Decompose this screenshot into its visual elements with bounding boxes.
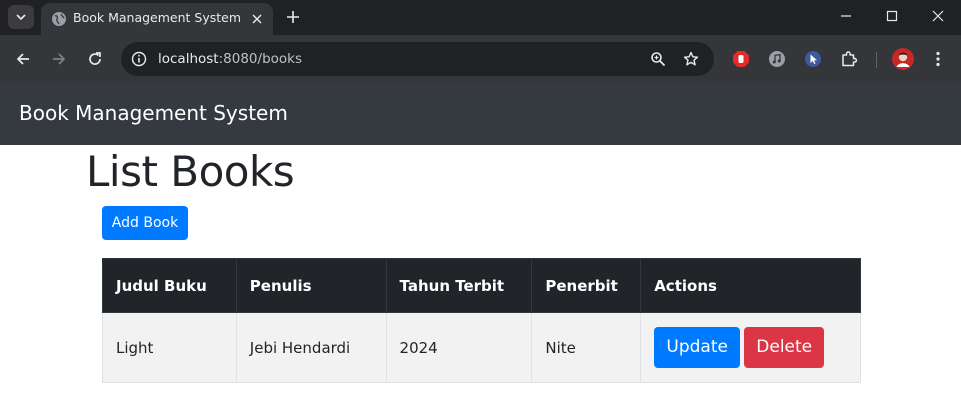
bookmark-button[interactable] [682, 50, 700, 68]
url-host: localhost [158, 51, 219, 67]
reload-icon [89, 52, 101, 65]
forward-button[interactable] [47, 47, 71, 71]
column-header-actions: Actions [640, 258, 861, 313]
zoom-button[interactable] [649, 50, 667, 68]
toolbar-divider [876, 52, 877, 68]
app-navbar: Book Management System [0, 83, 961, 145]
zoom-icon [651, 52, 666, 67]
column-header-penulis: Penulis [235, 258, 387, 313]
address-bar[interactable]: localhost:8080/books [121, 42, 714, 76]
tab-search-button[interactable] [8, 5, 34, 29]
books-table: Judul Buku Penulis Tahun Terbit Penerbit… [102, 258, 861, 383]
cell-judul-buku: Light [102, 312, 237, 383]
minimize-icon [841, 15, 851, 17]
browser-menu-button[interactable] [929, 50, 947, 68]
column-header-tahun-terbit: Tahun Terbit [385, 258, 533, 313]
cell-penerbit: Nite [531, 312, 642, 383]
column-header-penerbit: Penerbit [531, 258, 642, 313]
plus-icon [287, 11, 299, 23]
chevron-down-icon [16, 14, 26, 21]
cell-penulis: Jebi Hendardi [235, 312, 387, 383]
site-info-button[interactable] [127, 47, 151, 71]
extensions-menu-button[interactable] [840, 50, 858, 68]
cursor-icon [805, 51, 821, 67]
back-button[interactable] [11, 47, 35, 71]
url-text: localhost:8080/books [158, 51, 302, 67]
star-icon [683, 51, 699, 66]
puzzle-icon [842, 51, 858, 67]
browser-toolbar: localhost:8080/books [0, 35, 961, 83]
cell-actions: Update Delete [640, 312, 861, 383]
maximize-icon [886, 10, 898, 22]
close-window-button[interactable] [915, 0, 961, 32]
reload-button[interactable] [83, 47, 107, 71]
url-path: :8080/books [218, 51, 303, 67]
arrow-left-icon [16, 53, 29, 65]
arrow-right-icon [53, 53, 66, 65]
close-icon [932, 10, 944, 22]
close-icon [252, 14, 262, 24]
new-tab-button[interactable] [283, 7, 303, 27]
delete-button[interactable]: Delete [744, 327, 825, 368]
cell-tahun-terbit: 2024 [385, 312, 533, 383]
info-icon [131, 51, 147, 67]
stop-hand-icon [733, 51, 749, 67]
globe-icon [52, 12, 66, 26]
extension-music-button[interactable] [768, 50, 786, 68]
table-row: Light Jebi Hendardi 2024 Nite Update Dele… [102, 312, 861, 383]
browser-tab[interactable]: Book Management System [41, 3, 273, 35]
extension-adblock-button[interactable] [732, 50, 750, 68]
update-button[interactable]: Update [654, 327, 741, 368]
avatar-icon [892, 48, 914, 70]
tab-title: Book Management System [73, 10, 242, 25]
page-title: List Books [86, 147, 295, 196]
table-header-row: Judul Buku Penulis Tahun Terbit Penerbit… [102, 258, 861, 313]
minimize-button[interactable] [823, 0, 869, 32]
column-header-judul-buku: Judul Buku [102, 258, 237, 313]
kebab-menu-icon [936, 51, 940, 67]
tab-close-button[interactable] [249, 11, 265, 27]
profile-avatar-button[interactable] [892, 48, 914, 70]
navbar-brand[interactable]: Book Management System [19, 101, 288, 125]
maximize-button[interactable] [869, 0, 915, 32]
browser-tab-bar: Book Management System [0, 0, 961, 35]
extension-cursor-button[interactable] [804, 50, 822, 68]
add-book-button[interactable]: Add Book [102, 206, 188, 240]
music-icon [769, 51, 785, 67]
